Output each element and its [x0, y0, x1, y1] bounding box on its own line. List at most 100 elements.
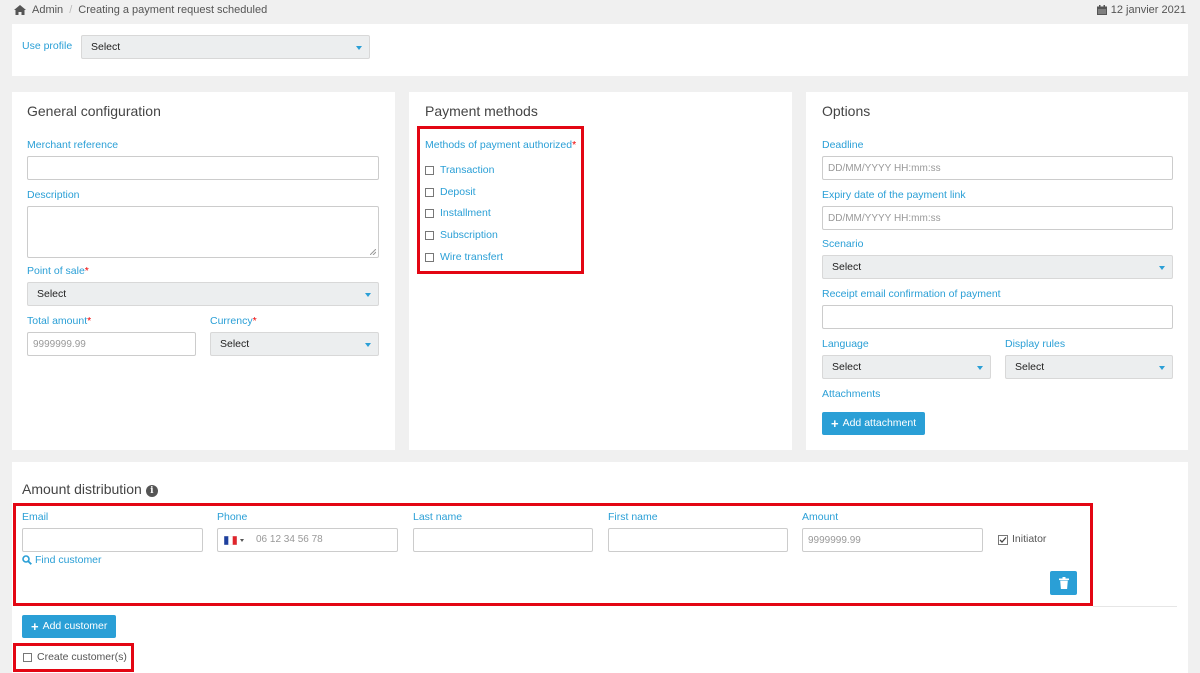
- methods-authorized-label-text: Methods of payment authorized: [425, 139, 573, 151]
- amount-input[interactable]: [802, 528, 983, 552]
- find-customer-text: Find customer: [35, 554, 102, 566]
- merchant-reference-label: Merchant reference: [27, 139, 119, 151]
- receipt-email-input[interactable]: [822, 305, 1173, 329]
- home-icon: [14, 5, 26, 15]
- create-customers-label[interactable]: Create customer(s): [37, 651, 127, 663]
- wire-transfert-label[interactable]: Wire transfert: [440, 251, 503, 263]
- add-attachment-button[interactable]: + Add attachment: [822, 412, 926, 435]
- deadline-input[interactable]: [822, 156, 1173, 180]
- subscription-checkbox[interactable]: [425, 231, 434, 240]
- email-input[interactable]: [22, 528, 203, 552]
- options-title: Options: [822, 103, 871, 119]
- use-profile-label: Use profile: [22, 40, 73, 52]
- display-rules-select[interactable]: Select: [1005, 355, 1173, 379]
- plus-icon: +: [831, 416, 839, 431]
- first-name-label: First name: [608, 511, 658, 523]
- initiator-checkbox[interactable]: [998, 535, 1008, 545]
- calendar-icon: [1096, 5, 1107, 15]
- customer-row-highlight: [13, 503, 1093, 606]
- add-customer-label: Add customer: [42, 620, 108, 632]
- installment-label[interactable]: Installment: [440, 207, 491, 219]
- display-rules-select-value: Select: [1015, 361, 1045, 373]
- language-label: Language: [822, 338, 869, 350]
- chevron-down-icon: [1159, 266, 1165, 270]
- point-of-sale-label: Point of sale*: [27, 265, 89, 277]
- breadcrumb-separator: /: [69, 4, 73, 16]
- required-mark: *: [87, 315, 92, 327]
- first-name-input[interactable]: [608, 528, 788, 552]
- deposit-label[interactable]: Deposit: [440, 186, 476, 198]
- deadline-label: Deadline: [822, 139, 864, 151]
- chevron-down-icon: [365, 293, 371, 297]
- chevron-down-icon: [365, 343, 371, 347]
- deposit-checkbox[interactable]: [425, 188, 434, 197]
- initiator-label[interactable]: Initiator: [1012, 533, 1046, 545]
- breadcrumb: Admin / Creating a payment request sched…: [14, 4, 267, 16]
- amount-distribution-title: Amount distribution i: [22, 481, 158, 497]
- amount-label: Amount: [802, 511, 839, 523]
- delete-customer-button[interactable]: [1050, 571, 1077, 595]
- phone-placeholder: 06 12 34 56 78: [256, 534, 323, 545]
- description-label: Description: [27, 189, 80, 201]
- merchant-reference-input[interactable]: [27, 156, 379, 180]
- add-customer-button[interactable]: + Add customer: [22, 615, 117, 638]
- caret-down-icon: [240, 539, 244, 542]
- currency-label: Currency*: [210, 315, 257, 327]
- resize-handle-icon[interactable]: [370, 249, 376, 255]
- header-date: 12 janvier 2021: [1096, 4, 1186, 16]
- use-profile-select-value: Select: [91, 41, 121, 53]
- currency-select[interactable]: Select: [210, 332, 379, 356]
- scenario-select[interactable]: Select: [822, 255, 1173, 279]
- date-text: 12 janvier 2021: [1110, 4, 1186, 16]
- chevron-down-icon: [356, 46, 362, 50]
- create-customers-checkbox[interactable]: [23, 653, 32, 662]
- subscription-label[interactable]: Subscription: [440, 229, 498, 241]
- total-amount-label: Total amount*: [27, 315, 91, 327]
- phone-input[interactable]: 06 12 34 56 78: [217, 528, 398, 552]
- description-textarea[interactable]: [27, 206, 379, 258]
- receipt-email-label: Receipt email confirmation of payment: [822, 288, 1001, 300]
- checkmark-icon: [999, 537, 1007, 543]
- currency-select-value: Select: [220, 338, 250, 350]
- email-label: Email: [22, 511, 49, 523]
- last-name-input[interactable]: [413, 528, 593, 552]
- france-flag-icon: [224, 536, 237, 545]
- methods-authorized-label: Methods of payment authorized*: [425, 139, 576, 151]
- language-select-value: Select: [832, 361, 862, 373]
- last-name-label: Last name: [413, 511, 463, 523]
- installment-checkbox[interactable]: [425, 209, 434, 218]
- required-mark: *: [252, 315, 257, 327]
- transaction-checkbox[interactable]: [425, 166, 434, 175]
- find-customer-link[interactable]: Find customer: [22, 554, 102, 566]
- use-profile-select[interactable]: Select: [81, 35, 370, 59]
- currency-label-text: Currency: [210, 315, 253, 327]
- phone-label: Phone: [217, 511, 248, 523]
- expiry-date-label: Expiry date of the payment link: [822, 189, 966, 201]
- total-amount-label-text: Total amount: [27, 315, 88, 327]
- scenario-label: Scenario: [822, 238, 864, 250]
- total-amount-input[interactable]: [27, 332, 196, 356]
- required-mark: *: [84, 265, 89, 277]
- country-selector[interactable]: [224, 536, 244, 545]
- language-select[interactable]: Select: [822, 355, 991, 379]
- attachments-label: Attachments: [822, 388, 881, 400]
- wire-transfert-checkbox[interactable]: [425, 253, 434, 262]
- chevron-down-icon: [1159, 366, 1165, 370]
- breadcrumb-current: Creating a payment request scheduled: [78, 4, 268, 16]
- plus-icon: +: [31, 619, 39, 634]
- chevron-down-icon: [977, 366, 983, 370]
- point-of-sale-label-text: Point of sale: [27, 265, 85, 277]
- transaction-label[interactable]: Transaction: [440, 164, 494, 176]
- trash-icon: [1058, 577, 1069, 589]
- point-of-sale-select[interactable]: Select: [27, 282, 379, 306]
- expiry-date-input[interactable]: [822, 206, 1173, 230]
- scenario-select-value: Select: [832, 261, 862, 273]
- info-icon[interactable]: i: [145, 485, 158, 497]
- payment-methods-title: Payment methods: [425, 103, 538, 119]
- required-mark: *: [572, 139, 577, 151]
- search-icon: [22, 555, 32, 565]
- row-divider: [1093, 606, 1177, 607]
- breadcrumb-admin-link[interactable]: Admin: [32, 4, 63, 16]
- display-rules-label: Display rules: [1005, 338, 1066, 350]
- amount-distribution-title-text: Amount distribution: [22, 481, 142, 497]
